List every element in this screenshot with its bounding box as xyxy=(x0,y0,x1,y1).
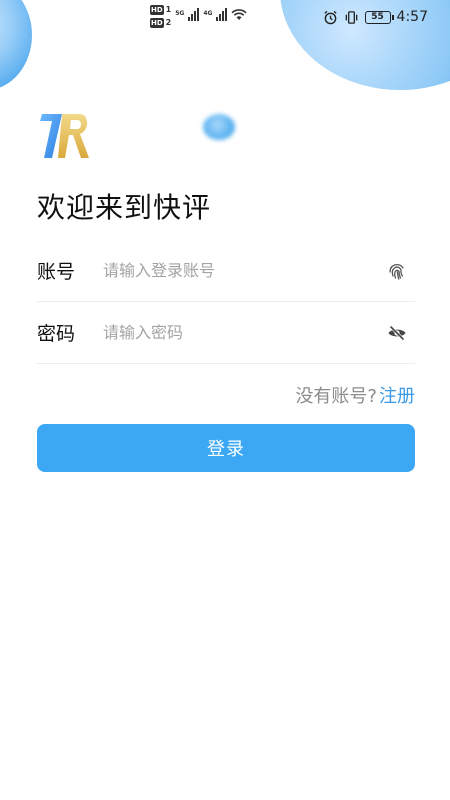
password-input[interactable] xyxy=(103,312,385,353)
account-row: 账号 xyxy=(37,240,415,302)
wifi-icon xyxy=(231,9,248,20)
decorative-blob xyxy=(203,114,235,140)
vibrate-icon xyxy=(345,10,357,24)
register-question: 没有账号? xyxy=(295,386,377,407)
status-bar: HD 1 HD 2 5G 4G 55 4:57 xyxy=(0,0,450,38)
password-label: 密码 xyxy=(37,323,76,345)
hd-badge-1: HD 1 xyxy=(150,5,172,15)
battery-icon: 55 xyxy=(364,10,394,24)
network-type-2: 4G xyxy=(203,10,213,17)
signal-bars-icon xyxy=(216,7,228,21)
account-label: 账号 xyxy=(37,261,76,283)
account-input[interactable] xyxy=(103,250,385,291)
register-link[interactable]: 注册 xyxy=(379,386,415,407)
alarm-icon xyxy=(323,10,337,24)
page-title: 欢迎来到快评 xyxy=(37,191,212,224)
status-bar-right: 55 4:57 xyxy=(323,9,428,25)
eye-off-icon[interactable] xyxy=(385,321,409,345)
network-type-1: 5G xyxy=(175,10,185,17)
password-row: 密码 xyxy=(37,302,415,364)
login-form: 账号 密码 xyxy=(37,240,415,364)
status-bar-signals: HD 1 HD 2 5G 4G xyxy=(150,5,248,28)
register-prompt: 没有账号? 注册 xyxy=(295,382,415,408)
login-button[interactable]: 登录 xyxy=(37,424,415,472)
fingerprint-icon[interactable] xyxy=(385,259,409,283)
app-logo xyxy=(40,114,89,158)
hd-badge-2: HD 2 xyxy=(150,18,172,28)
signal-bars-icon xyxy=(188,7,200,21)
clock: 4:57 xyxy=(396,9,428,25)
login-screen: HD 1 HD 2 5G 4G 55 4:57 欢迎来到快评 账号 请输入登录账… xyxy=(0,0,450,800)
